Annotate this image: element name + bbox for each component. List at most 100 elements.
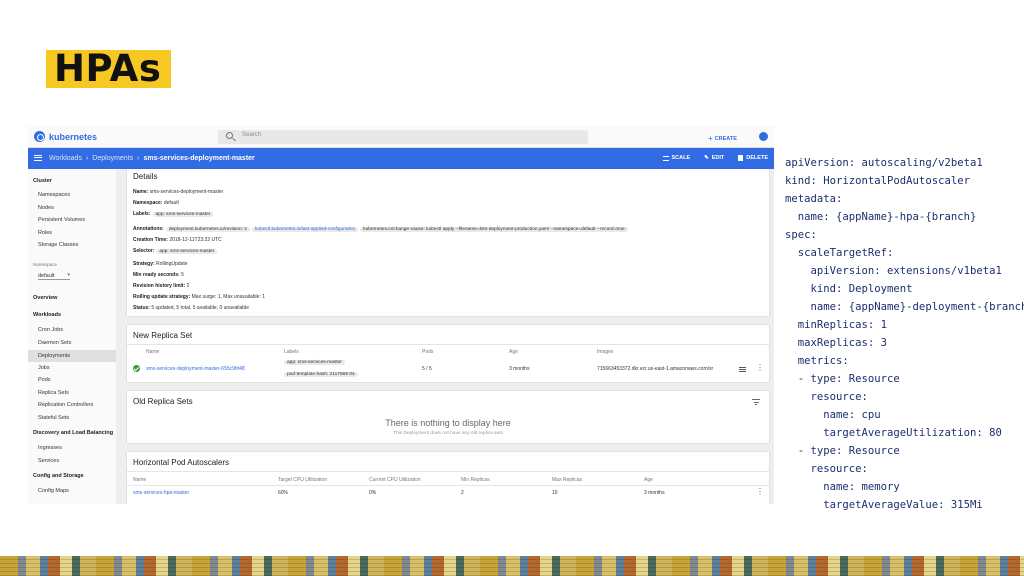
pencil-icon: ✎ [704,155,709,161]
edit-button[interactable]: ✎ EDIT [704,155,724,161]
detail-selector: Selector: app: sms-services-master [133,248,218,254]
sidebar: Cluster Namespaces Nodes Persistent Volu… [28,169,116,504]
detail-selector-label: Selector: [133,248,155,254]
container-photo-strip [0,556,1024,576]
delete-label: DELETE [746,155,768,161]
hpa-name-link[interactable]: sms-services-hpa-master [133,490,189,496]
slide-title-text: HPAs [54,47,162,90]
col-labels: Labels [284,349,299,355]
hpa-yaml: apiVersion: autoscaling/v2beta1 kind: Hor… [785,136,1024,532]
namespace-select[interactable]: default [38,272,70,280]
more-vert-icon[interactable] [756,363,764,373]
col-images: Images [597,349,614,355]
empty-state-subtitle: This Deployment does not have any old re… [393,431,503,436]
yaml-line: minReplicas: 1 [785,319,888,331]
detail-minready-value: 5 [181,272,184,278]
scale-button[interactable]: SCALE [662,155,691,161]
annotation-chip: kubernetes.io/change-cause: kubectl appl… [360,227,628,232]
sidebar-item-stateful-sets[interactable]: Stateful Sets [38,415,69,421]
sidebar-item-cron-jobs[interactable]: Cron Jobs [38,327,63,333]
hpa-age: 3 months [644,490,665,496]
sidebar-item-overview[interactable]: Overview [33,295,57,301]
selector-chip: app: sms-services-master [156,249,218,254]
sidebar-item-deployments[interactable]: Deployments [28,350,116,362]
replica-age: 3 months [509,366,530,372]
detail-minready-label: Min ready seconds: [133,272,180,278]
menu-icon[interactable] [34,155,42,161]
chevron-right-icon: › [137,155,140,162]
chevron-right-icon: › [85,155,89,162]
kubernetes-logo-icon[interactable] [34,131,45,142]
sidebar-section-workloads[interactable]: Workloads [33,312,61,318]
scale-label: SCALE [671,155,691,161]
delete-button[interactable]: DELETE [738,155,768,161]
yaml-line: scaleTargetRef: [785,247,894,259]
detail-rolling: Rolling update strategy: Max surge: 1, M… [133,294,265,300]
annotation-link-chip[interactable]: kubectl.kubernetes.io/last-applied-confi… [251,227,359,232]
filter-icon[interactable] [752,399,760,405]
new-replica-set-title: New Replica Set [133,331,193,340]
brand-name[interactable]: kubernetes [49,132,97,142]
yaml-line: kind: Deployment [785,283,913,295]
hpa-col-age: Age [644,477,653,483]
create-button[interactable]: + CREATE [708,133,737,143]
sidebar-item-pods[interactable]: Pods [38,377,51,383]
search-input[interactable]: Search [218,130,588,144]
detail-namespace-value: default [163,200,179,206]
yaml-line: metadata: [785,193,843,205]
sidebar-section-cluster[interactable]: Cluster [33,178,52,184]
detail-labels-label: Labels: [133,211,151,217]
sidebar-item-jobs[interactable]: Jobs [38,365,50,371]
sidebar-item-persistent-volumes[interactable]: Persistent Volumes [38,217,85,223]
detail-creation-value: 2018-12-11T23:23 UTC [169,237,222,243]
yaml-line: apiVersion: extensions/v1beta1 [785,265,1002,277]
sidebar-section-config[interactable]: Config and Storage [33,473,84,479]
detail-revlimit: Revision history limit: 2 [133,283,189,289]
hpa-col-current: Current CPU Utilization [369,477,421,483]
old-replica-sets-title: Old Replica Sets [133,397,193,406]
hpa-col-name: Name [133,477,147,483]
user-icon[interactable] [759,132,768,141]
replica-images: 715663453372.dkr.ecr.us-east-1.amazonaws… [597,366,714,372]
sidebar-section-discovery[interactable]: Discovery and Load Balancing [33,430,113,436]
sidebar-item-services[interactable]: Services [38,458,59,464]
detail-strategy-value: RollingUpdate [156,261,188,267]
yaml-line: resource: [785,391,868,403]
breadcrumb-current: sms-services-deployment-master [143,155,255,162]
hpa-card: Horizontal Pod Autoscalers Name Target C… [127,452,769,504]
detail-revlimit-value: 2 [186,283,190,289]
sidebar-item-replica-sets[interactable]: Replica Sets [38,390,69,396]
detail-strategy-label: Strategy: [133,261,155,267]
new-replica-set-card: New Replica Set Name Labels Pods Age Ima… [127,325,769,382]
sidebar-item-daemon-sets[interactable]: Daemon Sets [38,340,71,346]
sidebar-item-ingresses[interactable]: Ingresses [38,445,62,451]
detail-status-value: 5 updated, 5 total, 5 available, 0 unava… [151,305,249,311]
more-vert-icon[interactable] [756,487,764,497]
hpa-max: 10 [552,490,558,496]
namespace-value: default [38,273,55,279]
replica-set-name-link[interactable]: sms-services-deployment-master-655c9bf48 [146,366,245,372]
col-name: Name [146,349,160,355]
breadcrumb-workloads[interactable]: Workloads [49,155,82,162]
sidebar-item-storage-classes[interactable]: Storage Classes [38,242,78,248]
sidebar-item-nodes[interactable]: Nodes [38,205,54,211]
hpa-col-max: Max Replicas [552,477,583,483]
create-label: CREATE [714,136,737,142]
detail-name-value: sms-services-deployment-master [149,189,224,195]
namespace-label: Namespace [33,262,58,267]
logs-icon[interactable] [739,367,746,372]
yaml-line: - type: Resource [785,445,900,457]
breadcrumb-deployments[interactable]: Deployments [92,155,133,162]
edit-label: EDIT [711,155,725,161]
yaml-line: kind: HorizontalPodAutoscaler [785,175,970,187]
sidebar-item-config-maps[interactable]: Config Maps [38,488,69,494]
sidebar-item-namespaces[interactable]: Namespaces [38,192,70,198]
detail-annotations: Annotations: deployment.kubernetes.io/rev… [133,226,628,232]
detail-strategy: Strategy: RollingUpdate [133,261,188,267]
yaml-line: apiVersion: autoscaling/v2beta1 [785,157,983,169]
sidebar-item-roles[interactable]: Roles [38,230,52,236]
yaml-line: maxReplicas: 3 [785,337,888,349]
col-pods: Pods [422,349,434,355]
hpa-col-min: Min Replicas [461,477,490,483]
sidebar-item-replication-controllers[interactable]: Replication Controllers [38,402,93,408]
